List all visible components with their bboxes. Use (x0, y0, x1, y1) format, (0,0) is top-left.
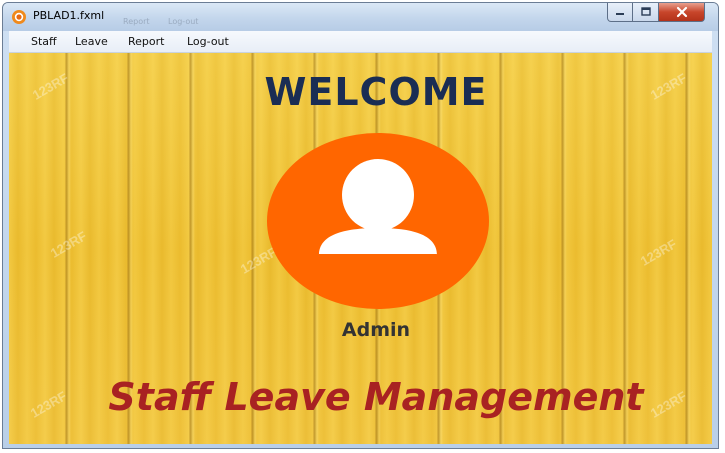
maximize-button[interactable] (633, 3, 659, 22)
window-title: PBLAD1.fxml (33, 9, 105, 22)
user-silhouette-icon (319, 159, 437, 255)
welcome-heading: WELCOME (264, 70, 488, 114)
minimize-button[interactable] (607, 3, 633, 22)
app-icon (12, 10, 26, 24)
title-ghost-text: Log-out (168, 17, 199, 26)
menu-leave[interactable]: Leave (75, 35, 108, 48)
app-window: PBLAD1.fxml Report Log-out Staff Leave R… (2, 2, 719, 449)
title-bar[interactable]: PBLAD1.fxml Report Log-out (3, 3, 718, 31)
close-button[interactable] (659, 3, 705, 22)
close-icon (676, 6, 687, 18)
welcome-panel: 123RF 123RF 123RF 123RF 123RF 123RF 123R… (9, 53, 712, 444)
maximize-icon (640, 7, 651, 16)
watermark: 123RF (47, 228, 90, 261)
menu-log-out[interactable]: Log-out (187, 35, 229, 48)
avatar (267, 133, 489, 309)
menu-staff[interactable]: Staff (31, 35, 57, 48)
menu-bar: Staff Leave Report Log-out (9, 31, 712, 53)
watermark: 123RF (637, 236, 680, 269)
user-role-label: Admin (341, 319, 411, 341)
app-title: Staff Leave Management (108, 375, 644, 419)
title-ghost-text: Report (123, 17, 150, 26)
minimize-icon (616, 13, 624, 15)
menu-report[interactable]: Report (128, 35, 164, 48)
